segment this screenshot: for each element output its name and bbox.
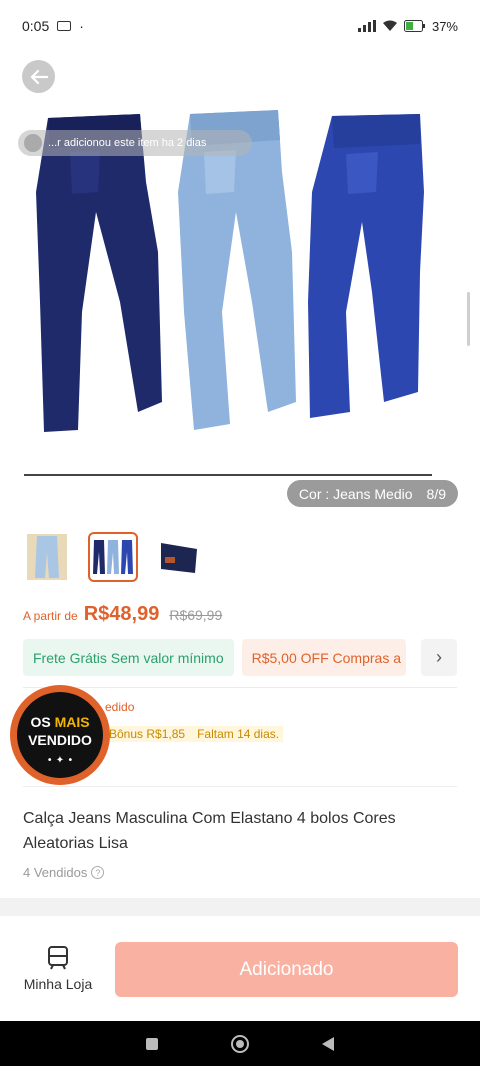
- current-price: R$48,99: [83, 603, 160, 625]
- variant-label: Cor : Jeans Medio: [298, 485, 413, 502]
- badge-seal-icon: OS MAIS VENDIDO • ✦ •: [10, 685, 110, 785]
- back-nav-icon[interactable]: [321, 1036, 335, 1052]
- bottom-action-bar: Minha Loja Adicionado: [0, 916, 480, 1021]
- image-counter: 8/9: [426, 485, 446, 502]
- thumbnail-three-jeans[interactable]: [88, 532, 138, 582]
- recent-activity-toast: ...r adicionou este item ha 2 dias: [18, 130, 252, 156]
- avatar: [24, 134, 42, 152]
- thumbnail-folded-jeans[interactable]: [154, 532, 204, 582]
- sold-count: 4 Vendidos: [23, 865, 88, 880]
- dot-icon: ·: [79, 18, 84, 34]
- price-prefix: A partir de: [23, 609, 78, 623]
- bonus-deadline: Faltam 14 dias.: [197, 727, 280, 741]
- signal-icon: [357, 20, 376, 32]
- status-bar: 0:05 · 37%: [0, 0, 480, 52]
- product-image-carousel[interactable]: [0, 52, 480, 474]
- arrow-left-icon: [29, 69, 48, 84]
- folded-jeans-thumb-image: [161, 543, 197, 573]
- svg-text:• ✦ •: • ✦ •: [47, 755, 74, 766]
- svg-text:OS MAIS: OS MAIS: [30, 714, 89, 730]
- coupon-row: Frete Grátis Sem valor mínimo R$5,00 OFF…: [23, 639, 457, 676]
- added-button[interactable]: Adicionado: [115, 942, 458, 997]
- wifi-icon: [382, 20, 397, 31]
- my-store-button[interactable]: Minha Loja: [18, 946, 98, 992]
- toast-text: ...r adicionou este item ha 2 dias: [48, 137, 207, 149]
- my-store-label: Minha Loja: [23, 976, 93, 992]
- section-separator: [0, 898, 480, 916]
- help-icon[interactable]: ?: [91, 866, 105, 879]
- bonus-amount: Bônus R$1,85: [109, 727, 186, 741]
- free-shipping-coupon[interactable]: Frete Grátis Sem valor mínimo: [23, 639, 234, 676]
- sim-icon: [57, 21, 72, 31]
- battery-icon: [403, 20, 425, 32]
- status-time: 0:05: [22, 18, 50, 34]
- product-title: Calça Jeans Masculina Com Elastano 4 bol…: [23, 810, 396, 852]
- variant-indicator: Cor : Jeans Medio 8/9: [286, 480, 458, 507]
- thumbnail-light-jeans[interactable]: [22, 532, 72, 582]
- scrollbar: [467, 292, 470, 346]
- recents-icon[interactable]: [145, 1037, 159, 1051]
- sold-count-row: 4 Vendidos ?: [23, 865, 105, 880]
- best-seller-badge: OS MAIS VENDIDO • ✦ •: [8, 683, 112, 787]
- chevron-right-icon: ›: [436, 647, 442, 667]
- back-button[interactable]: [22, 60, 55, 93]
- home-icon[interactable]: [230, 1034, 250, 1054]
- discount-coupon[interactable]: R$5,00 OFF Compras a: [241, 639, 406, 676]
- bonus-info: Bônus R$1,85 Faltam 14 dias.: [105, 726, 284, 742]
- product-photo: [36, 110, 424, 432]
- variant-thumbnails: [22, 532, 204, 582]
- original-price: R$69,99: [169, 607, 223, 623]
- svg-text:VENDIDO: VENDIDO: [28, 732, 92, 748]
- store-icon: [48, 946, 68, 970]
- carousel-progress: [24, 474, 432, 476]
- system-nav-bar: [0, 1021, 480, 1066]
- three-jeans-thumb-image: [93, 540, 133, 574]
- coupons-more-button[interactable]: ›: [421, 639, 457, 676]
- battery-percent: 37%: [431, 18, 458, 34]
- price-row: A partir de R$48,99 R$69,99: [23, 603, 222, 626]
- light-jeans-thumb-image: [27, 534, 67, 580]
